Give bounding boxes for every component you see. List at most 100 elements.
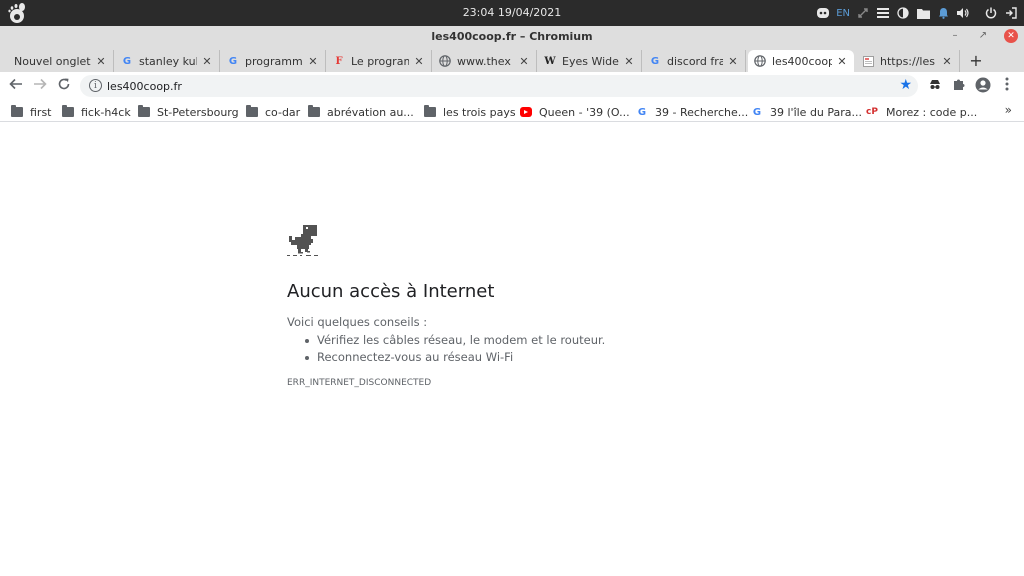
google-icon: G [637, 106, 647, 118]
tab-close-icon[interactable]: ✕ [941, 55, 953, 68]
bookmark-folder[interactable]: abrévation au... [308, 104, 414, 120]
browser-toolbar: i les400coop.fr ★ [0, 72, 1024, 100]
minimize-button[interactable]: – [948, 29, 962, 43]
page-icon [862, 55, 874, 67]
system-top-bar: 23:04 19/04/2021 EN [0, 0, 1024, 26]
folder-icon[interactable] [916, 6, 930, 20]
bookmark-label: les trois pays [443, 105, 516, 119]
maximize-button[interactable]: ↗ [976, 29, 990, 43]
folder-icon [11, 105, 23, 117]
bookmark-label: abrévation au... [327, 105, 414, 119]
tab-strip: Nouvel onglet ✕ G stanley kub ✕ G progra… [0, 48, 1024, 72]
tab-close-icon[interactable]: ✕ [307, 55, 319, 68]
window-title-bar[interactable]: les400coop.fr – Chromium – ↗ ✕ [0, 26, 1024, 48]
folder-icon [424, 105, 436, 117]
bookmark-label: Morez : code p... [886, 105, 978, 119]
tab-label: les400coop [772, 54, 832, 68]
tab-label: https://les [880, 54, 935, 68]
bookmark-link[interactable]: cP Morez : code p... [865, 104, 977, 120]
error-title: Aucun accès à Internet [287, 281, 495, 302]
tab-close-icon[interactable]: ✕ [413, 55, 425, 68]
new-tab-button[interactable]: + [966, 51, 986, 71]
tab[interactable]: Nouvel onglet ✕ [8, 50, 114, 72]
folder-icon [62, 105, 74, 117]
bookmark-label: 39 l'île du Para... [770, 105, 863, 119]
bookmark-link[interactable]: Queen - '39 (O... [520, 104, 630, 120]
tab-label: www.thex [457, 54, 511, 68]
globe-icon [439, 55, 451, 67]
tab[interactable]: www.thex ✕ [433, 50, 537, 72]
window-controls: – ↗ ✕ [948, 29, 1018, 43]
forward-button[interactable] [31, 77, 49, 95]
browser-menu-icon[interactable] [998, 77, 1016, 95]
bookmark-label: Queen - '39 (O... [539, 105, 630, 119]
logout-icon[interactable] [1004, 6, 1018, 20]
red-f-icon: F [335, 55, 343, 67]
error-suggestions-heading: Voici quelques conseils : [287, 315, 428, 329]
reload-button[interactable] [55, 77, 73, 95]
back-button[interactable] [7, 77, 25, 95]
profile-avatar-icon[interactable] [974, 77, 992, 95]
tab-label: Le program [351, 54, 409, 68]
bookmark-star-icon[interactable]: ★ [899, 77, 912, 93]
tab[interactable]: W Eyes Wide ✕ [538, 50, 642, 72]
tab[interactable]: G programm ✕ [221, 50, 326, 72]
tab-active[interactable]: les400coop ✕ [748, 50, 854, 72]
tab-close-icon[interactable]: ✕ [836, 55, 848, 68]
bookmark-folder[interactable]: St-Petersbourg [138, 104, 239, 120]
bookmarks-bar: first fick-h4ck St-Petersbourg co-dar ab… [0, 100, 1024, 122]
power-icon[interactable] [984, 6, 998, 20]
volume-icon[interactable] [956, 6, 970, 20]
night-light-icon[interactable] [896, 6, 910, 20]
error-code: ERR_INTERNET_DISCONNECTED [287, 378, 432, 388]
tab-label: Nouvel onglet [14, 54, 91, 68]
folder-icon [308, 105, 320, 117]
menu-list-icon[interactable] [876, 6, 890, 20]
tab-close-icon[interactable]: ✕ [201, 55, 213, 68]
notification-bell-icon[interactable] [936, 6, 950, 20]
bookmark-folder[interactable]: first [11, 104, 52, 120]
wikipedia-icon: W [544, 55, 556, 67]
google-icon: G [650, 55, 660, 67]
window-title: les400coop.fr – Chromium [431, 30, 593, 43]
bookmark-label: fick-h4ck [81, 105, 131, 119]
page-content: Aucun accès à Internet Voici quelques co… [0, 123, 1024, 576]
extensions-puzzle-icon[interactable] [950, 77, 968, 95]
network-disconnected-icon[interactable] [856, 6, 870, 20]
window-close-button[interactable]: ✕ [1004, 29, 1018, 43]
keyboard-layout-indicator[interactable]: EN [836, 6, 850, 20]
bookmark-link[interactable]: G 39 l'île du Para... [751, 104, 862, 120]
list-item: Reconnectez-vous au réseau Wi-Fi [304, 349, 605, 366]
folder-icon [246, 105, 258, 117]
tab-label: stanley kub [139, 54, 197, 68]
folder-icon [138, 105, 150, 117]
tab-close-icon[interactable]: ✕ [623, 55, 635, 68]
offline-dinosaur-icon[interactable] [287, 223, 321, 257]
address-url[interactable]: les400coop.fr [107, 80, 182, 93]
system-tray: EN [816, 4, 1018, 22]
bookmark-folder[interactable]: fick-h4ck [62, 104, 131, 120]
google-icon: G [228, 55, 238, 67]
discord-icon[interactable] [816, 6, 830, 20]
bookmark-label: 39 - Recherche... [655, 105, 749, 119]
tab-close-icon[interactable]: ✕ [727, 55, 739, 68]
bookmarks-overflow-button[interactable]: » [1005, 103, 1012, 117]
tab-close-icon[interactable]: ✕ [95, 55, 107, 68]
bookmark-label: co-dar [265, 105, 301, 119]
tab[interactable]: G discord fra ✕ [643, 50, 746, 72]
google-icon: G [122, 55, 132, 67]
tab-label: discord fra [667, 54, 723, 68]
tab[interactable]: https://les ✕ [856, 50, 960, 72]
extension-incognito-icon[interactable] [926, 77, 944, 95]
tab-label: Eyes Wide [562, 54, 619, 68]
tab[interactable]: F Le program ✕ [327, 50, 432, 72]
site-info-icon[interactable]: i [89, 79, 102, 92]
tab[interactable]: G stanley kub ✕ [115, 50, 220, 72]
bookmark-folder[interactable]: co-dar [246, 104, 300, 120]
bookmark-link[interactable]: G 39 - Recherche... [636, 104, 748, 120]
google-icon: G [752, 106, 762, 118]
tab-close-icon[interactable]: ✕ [518, 55, 530, 68]
error-suggestions-list: Vérifiez les câbles réseau, le modem et … [304, 332, 605, 366]
bookmark-folder[interactable]: les trois pays [424, 104, 516, 120]
address-bar[interactable]: i les400coop.fr ★ [80, 75, 918, 97]
